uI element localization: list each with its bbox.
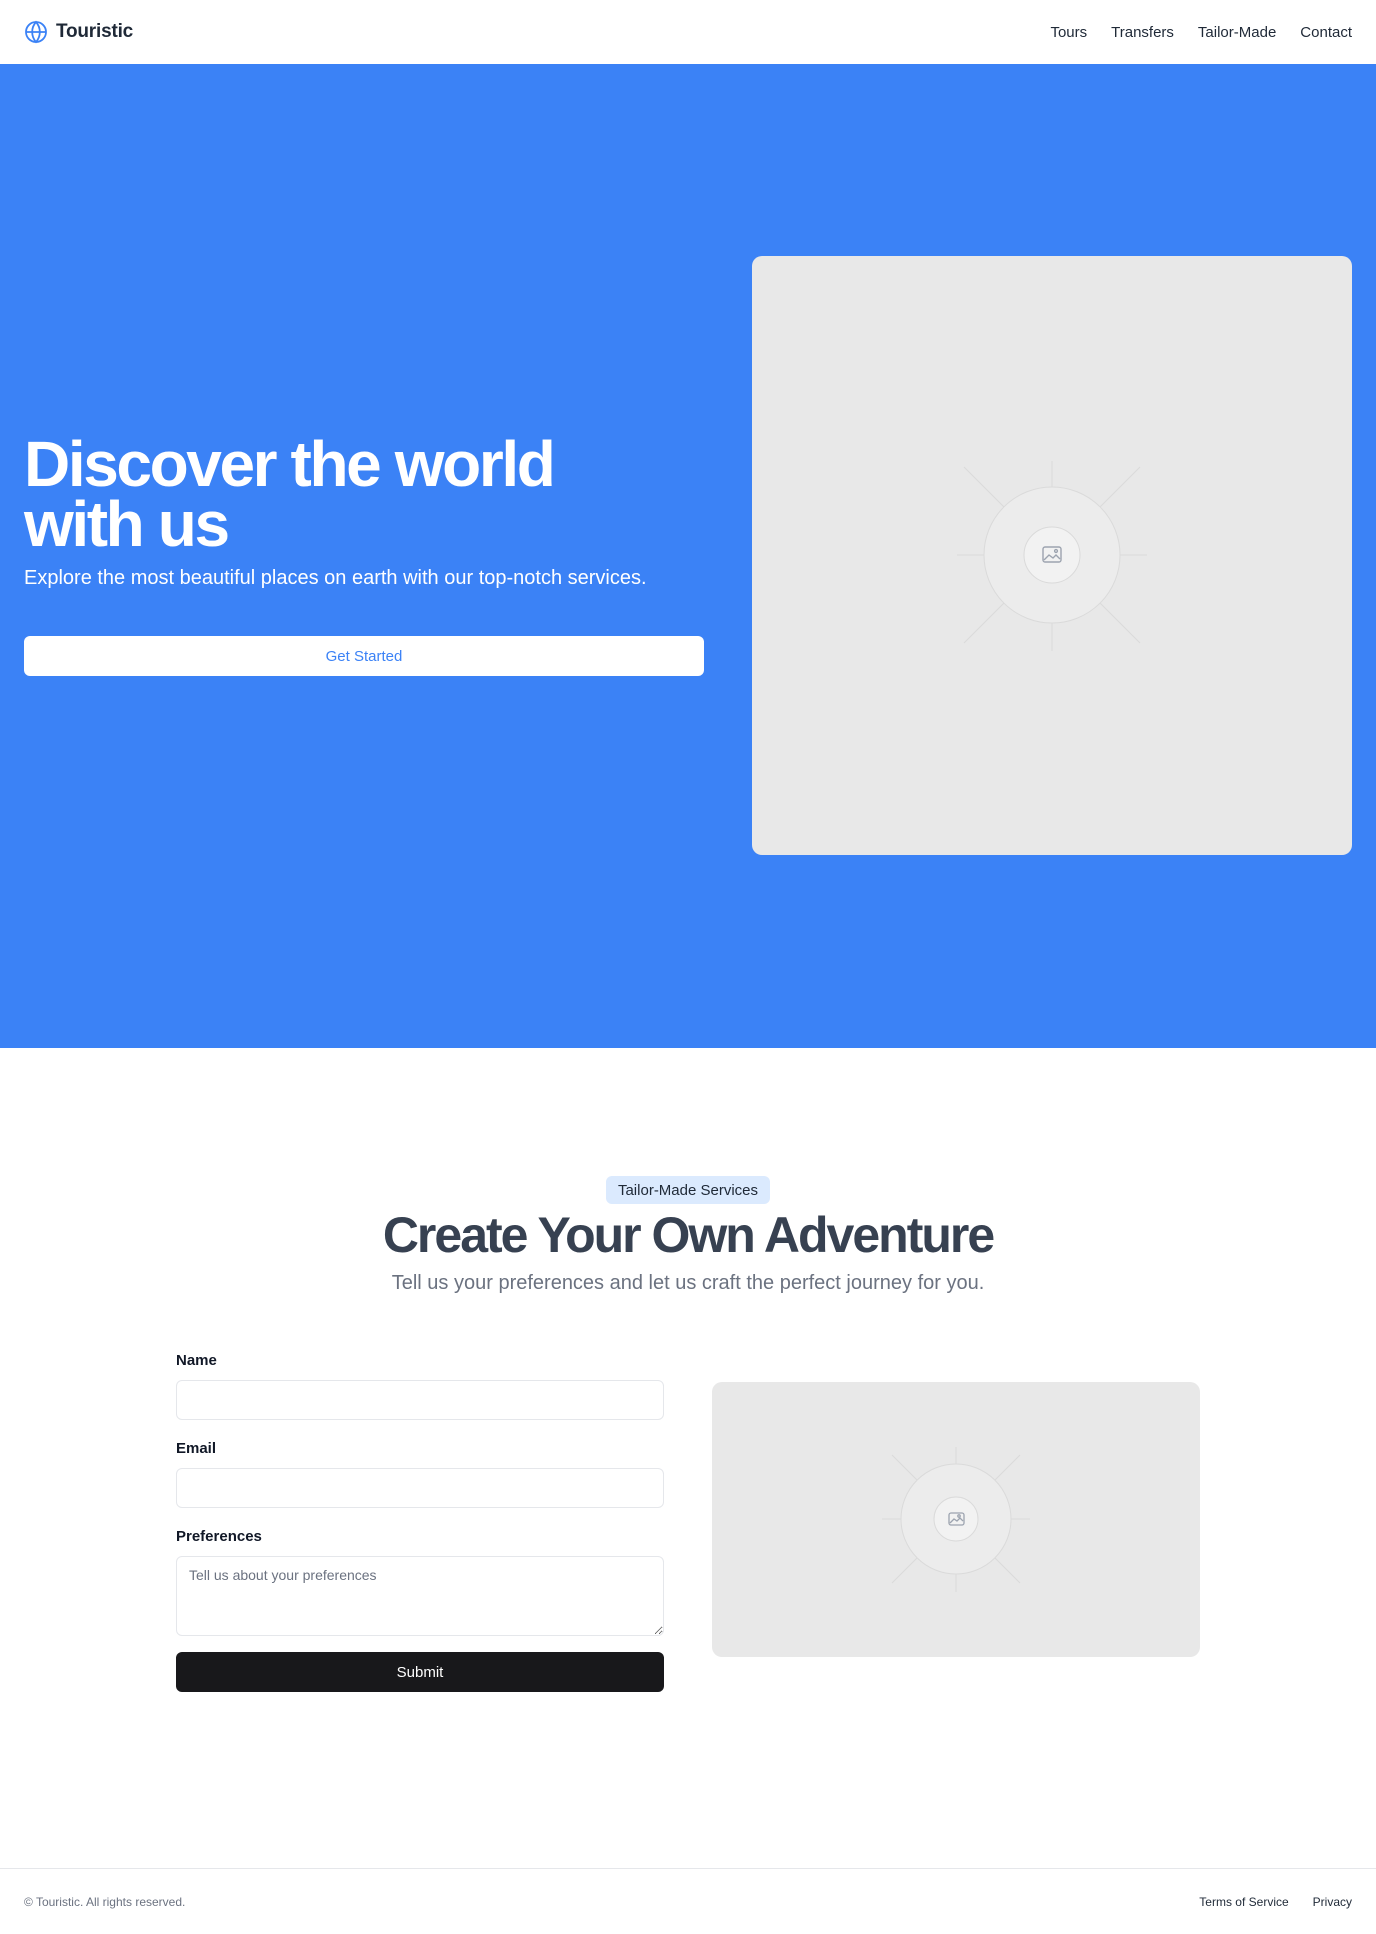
nav-link-tailor-made[interactable]: Tailor-Made xyxy=(1198,24,1276,41)
site-header: Touristic Tours Transfers Tailor-Made Co… xyxy=(0,0,1376,64)
brand[interactable]: Touristic xyxy=(24,20,133,44)
brand-name: Touristic xyxy=(56,21,134,42)
name-label: Name xyxy=(176,1352,217,1369)
image-placeholder-icon xyxy=(882,1447,1030,1592)
privacy-link[interactable]: Privacy xyxy=(1313,1895,1352,1909)
email-field[interactable] xyxy=(176,1468,664,1508)
section-title: Create Your Own Adventure xyxy=(382,1207,995,1263)
section-badge: Tailor-Made Services xyxy=(606,1176,770,1204)
hero-subtitle: Explore the most beautiful places on ear… xyxy=(24,567,647,589)
nav-link-transfers[interactable]: Transfers xyxy=(1111,24,1174,41)
globe-icon xyxy=(24,20,48,44)
nav-link-tours[interactable]: Tours xyxy=(1050,24,1087,41)
form-image-placeholder xyxy=(712,1382,1200,1657)
get-started-button[interactable]: Get Started xyxy=(24,636,704,676)
site-footer: © Touristic. All rights reserved. Terms … xyxy=(0,1868,1376,1934)
preferences-label: Preferences xyxy=(176,1528,262,1545)
image-placeholder-icon xyxy=(957,461,1147,651)
nav-link-contact[interactable]: Contact xyxy=(1300,24,1352,41)
preferences-field[interactable] xyxy=(176,1556,664,1636)
main-nav: Tours Transfers Tailor-Made Contact xyxy=(1050,24,1352,41)
copyright-text: © Touristic. All rights reserved. xyxy=(24,1894,186,1909)
hero-image-placeholder xyxy=(752,256,1352,855)
footer-links: Terms of Service Privacy xyxy=(1199,1895,1352,1909)
submit-button[interactable]: Submit xyxy=(176,1652,664,1692)
name-field[interactable] xyxy=(176,1380,664,1420)
terms-link[interactable]: Terms of Service xyxy=(1199,1895,1288,1909)
hero-title: Discover the world with us xyxy=(24,428,556,560)
email-label: Email xyxy=(176,1440,217,1457)
section-subtitle: Tell us your preferences and let us craf… xyxy=(391,1272,985,1294)
hero-section: Discover the world with us Explore the m… xyxy=(0,64,1376,1048)
